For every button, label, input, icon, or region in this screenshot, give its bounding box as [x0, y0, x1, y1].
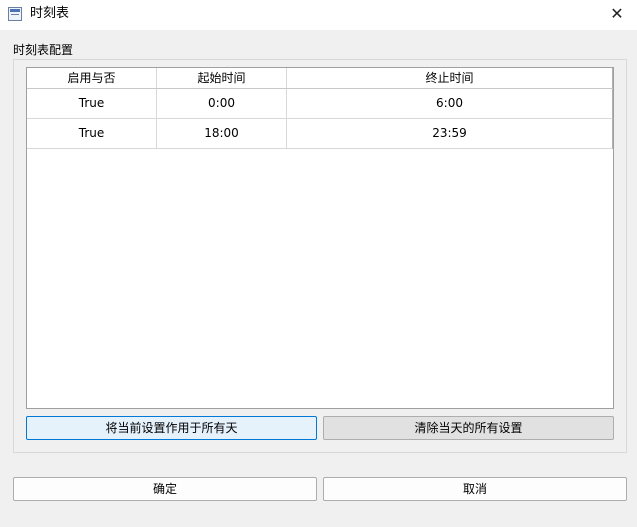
window-title: 时刻表: [30, 6, 70, 21]
column-header-start-time[interactable]: 起始时间: [157, 68, 287, 88]
cell-enabled[interactable]: True: [27, 89, 157, 119]
title-bar: 时刻表 ✕: [0, 0, 637, 30]
table-row[interactable]: True 0:00 6:00: [27, 89, 613, 119]
cell-start-time[interactable]: 0:00: [157, 89, 287, 119]
schedule-table-icon: [8, 7, 22, 21]
cell-end-time[interactable]: 23:59: [287, 119, 613, 149]
cancel-button[interactable]: 取消: [323, 477, 627, 501]
column-header-end-time[interactable]: 终止时间: [287, 68, 613, 88]
clear-day-button[interactable]: 清除当天的所有设置: [323, 416, 614, 440]
table-header: 启用与否 起始时间 终止时间: [27, 68, 613, 89]
apply-all-days-button[interactable]: 将当前设置作用于所有天: [26, 416, 317, 440]
column-header-enabled[interactable]: 启用与否: [27, 68, 157, 88]
ok-button[interactable]: 确定: [13, 477, 317, 501]
group-label: 时刻表配置: [13, 43, 74, 57]
cell-end-time[interactable]: 6:00: [287, 89, 613, 119]
cell-start-time[interactable]: 18:00: [157, 119, 287, 149]
schedule-table[interactable]: 启用与否 起始时间 终止时间 True 0:00 6:00 True 18:00…: [26, 67, 614, 409]
cell-enabled[interactable]: True: [27, 119, 157, 149]
table-row[interactable]: True 18:00 23:59: [27, 119, 613, 149]
close-button[interactable]: ✕: [597, 0, 637, 30]
